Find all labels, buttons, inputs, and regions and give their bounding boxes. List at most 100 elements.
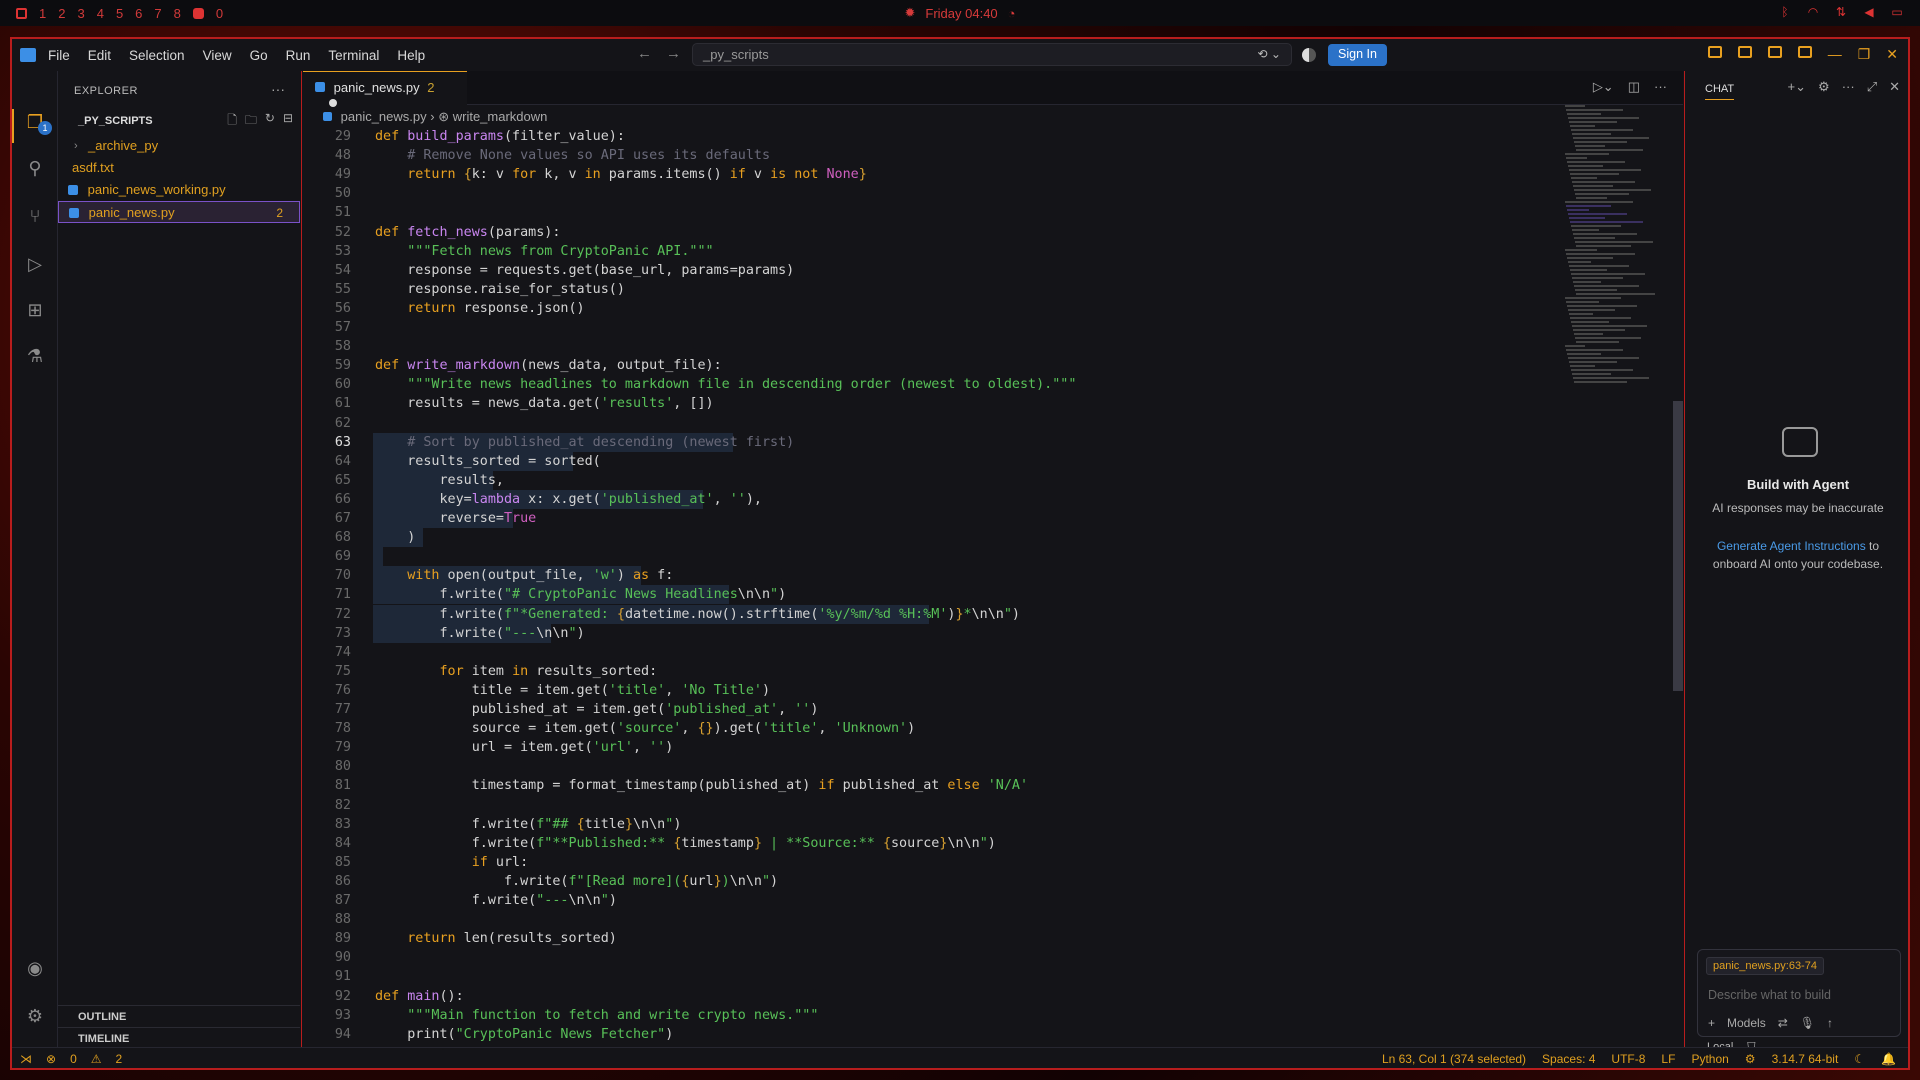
workspace-8[interactable]: 8 xyxy=(174,6,181,21)
code-line[interactable]: 80 xyxy=(303,757,1563,776)
workspace-4[interactable]: 4 xyxy=(97,6,104,21)
breadcrumb-file[interactable]: panic_news.py xyxy=(341,109,427,124)
line-ending[interactable]: LF xyxy=(1661,1052,1675,1066)
code-line[interactable]: 51 xyxy=(303,203,1563,222)
code-line[interactable]: 88 xyxy=(303,910,1563,929)
code-line[interactable]: 56 return response.json() xyxy=(303,299,1563,318)
command-center[interactable]: _py_scripts ⟲ ⌄ xyxy=(692,43,1292,66)
battery-icon[interactable]: ▭ xyxy=(1890,5,1904,19)
menu-go[interactable]: Go xyxy=(250,48,268,63)
toggle-sidebar-icon[interactable] xyxy=(1737,46,1752,58)
code-line[interactable]: 57 xyxy=(303,318,1563,337)
menu-view[interactable]: View xyxy=(203,48,232,63)
code-line[interactable]: 49 return {k: v for k, v in params.items… xyxy=(303,165,1563,184)
code-line[interactable]: 83 f.write(f"## {title}\n\n") xyxy=(303,815,1563,834)
tab-panic-news[interactable]: panic_news.py 2 xyxy=(303,71,467,107)
volume-icon[interactable]: ◀ xyxy=(1862,5,1876,19)
indentation[interactable]: Spaces: 4 xyxy=(1542,1052,1595,1066)
warnings-icon[interactable]: ⚠ xyxy=(91,1052,102,1066)
encoding[interactable]: UTF-8 xyxy=(1611,1052,1645,1066)
code-line[interactable]: 29 def build_params(filter_value): xyxy=(303,127,1563,146)
accounts-globe-icon[interactable] xyxy=(1302,48,1316,62)
code-line[interactable]: 66 key=lambda x: x.get('published_at', '… xyxy=(303,489,1563,509)
accounts-icon[interactable]: ◉ xyxy=(24,957,46,979)
code-line[interactable]: 89 return len(results_sorted) xyxy=(303,929,1563,948)
code-line[interactable]: 73 f.write("---\n\n") xyxy=(303,623,1563,643)
run-file-icon[interactable]: ▷⌄ xyxy=(1593,79,1614,95)
code-line[interactable]: 63 # Sort by published_at descending (ne… xyxy=(303,432,1563,452)
tree-item-panic-news[interactable]: panic_news.py 2 xyxy=(58,201,300,223)
code-line[interactable]: 76 title = item.get('title', 'No Title') xyxy=(303,681,1563,700)
menu-file[interactable]: File xyxy=(48,48,70,63)
explorer-more-icon[interactable]: ··· xyxy=(271,81,285,97)
code-line[interactable]: 84 f.write(f"**Published:** {timestamp} … xyxy=(303,834,1563,853)
new-folder-icon[interactable]: 🗀 xyxy=(245,111,257,132)
send-icon[interactable]: ↑ xyxy=(1827,1016,1833,1030)
code-line[interactable]: 91 xyxy=(303,967,1563,986)
warnings-count[interactable]: 2 xyxy=(116,1052,123,1066)
toggle-panel-icon[interactable] xyxy=(1767,46,1782,58)
context-chip[interactable]: panic_news.py:63-74 xyxy=(1706,957,1824,975)
code-line[interactable]: 58 xyxy=(303,337,1563,356)
code-line[interactable]: 64 results_sorted = sorted( xyxy=(303,451,1563,471)
workspace-0[interactable]: 0 xyxy=(216,6,223,21)
minimize-icon[interactable]: — xyxy=(1828,46,1842,63)
code-line[interactable]: 69 xyxy=(303,547,1563,567)
generate-instructions-link[interactable]: Generate Agent Instructions xyxy=(1717,539,1866,553)
code-line[interactable]: 93 """Main function to fetch and write c… xyxy=(303,1006,1563,1025)
chat-settings-icon[interactable]: ⚙ xyxy=(1818,79,1830,95)
chat-input-box[interactable]: panic_news.py:63-74 Describe what to bui… xyxy=(1697,949,1901,1037)
cursor-position[interactable]: Ln 63, Col 1 (374 selected) xyxy=(1382,1052,1526,1066)
code-line[interactable]: 52 def fetch_news(params): xyxy=(303,223,1563,242)
menu-terminal[interactable]: Terminal xyxy=(328,48,379,63)
menu-edit[interactable]: Edit xyxy=(88,48,111,63)
mic-icon[interactable]: 🎙 xyxy=(1800,1016,1815,1030)
breadcrumb-symbol[interactable]: write_markdown xyxy=(453,109,548,124)
code-line[interactable]: 54 response = requests.get(base_url, par… xyxy=(303,261,1563,280)
maximize-panel-icon[interactable]: ⤢ xyxy=(1867,79,1877,95)
code-line[interactable]: 85 if url: xyxy=(303,853,1563,872)
code-line[interactable]: 86 f.write(f"[Read more]({url})\n\n") xyxy=(303,872,1563,891)
workspace-7[interactable]: 7 xyxy=(154,6,161,21)
remote-icon[interactable]: ⋊ xyxy=(20,1052,32,1066)
workspace-switcher[interactable]: 1 2 3 4 5 6 7 8 0 xyxy=(16,6,223,21)
new-file-icon[interactable]: 🗋 xyxy=(227,111,237,132)
maximize-icon[interactable]: ❐ xyxy=(1858,46,1871,63)
menu-selection[interactable]: Selection xyxy=(129,48,185,63)
source-control-icon[interactable]: ⑂ xyxy=(24,205,46,227)
extensions-icon[interactable]: ⊞ xyxy=(24,299,46,321)
code-line[interactable]: 71 f.write("# CryptoPanic News Headlines… xyxy=(303,585,1563,605)
back-arrow-icon[interactable]: ← xyxy=(637,45,652,62)
chat-input[interactable]: Describe what to build xyxy=(1708,988,1831,1002)
tree-item-asdf[interactable]: asdf.txt xyxy=(58,157,300,179)
code-line[interactable]: 53 """Fetch news from CryptoPanic API.""… xyxy=(303,242,1563,261)
code-line[interactable]: 55 response.raise_for_status() xyxy=(303,280,1563,299)
code-line[interactable]: 81 timestamp = format_timestamp(publishe… xyxy=(303,776,1563,795)
code-line[interactable]: 67 reverse=True xyxy=(303,509,1563,528)
bluetooth-icon[interactable]: ᛒ xyxy=(1778,5,1792,19)
tree-item-panic-news-working[interactable]: panic_news_working.py xyxy=(58,179,300,201)
code-line[interactable]: 62 xyxy=(303,414,1563,433)
code-line[interactable]: 72 f.write(f"*Generated: {datetime.now()… xyxy=(303,604,1563,624)
workspace-3[interactable]: 3 xyxy=(77,6,84,21)
code-line[interactable]: 94 print("CryptoPanic News Fetcher") xyxy=(303,1025,1563,1044)
theme-icon[interactable]: ☾ xyxy=(1854,1052,1865,1066)
toggle-secondary-sidebar-icon[interactable] xyxy=(1797,46,1812,58)
code-line[interactable]: 59 def write_markdown(news_data, output_f… xyxy=(303,356,1563,375)
unsaved-dot-icon[interactable] xyxy=(329,99,337,107)
collapse-all-icon[interactable]: ⊟ xyxy=(283,111,293,132)
split-editor-icon[interactable]: ◫ xyxy=(1628,79,1640,95)
add-context-icon[interactable]: + xyxy=(1708,1016,1715,1030)
tools-icon[interactable]: ⇄ xyxy=(1778,1016,1788,1030)
language-mode[interactable]: Python xyxy=(1691,1052,1728,1066)
settings-gear-icon[interactable]: ⚙ xyxy=(24,1005,46,1027)
code-line[interactable]: 75 for item in results_sorted: xyxy=(303,662,1563,681)
tree-item-archive[interactable]: › _archive_py xyxy=(58,135,300,157)
code-line[interactable]: 68 ) xyxy=(303,528,1563,548)
workspace-2[interactable]: 2 xyxy=(58,6,65,21)
interpreter[interactable]: 3.14.7 64-bit xyxy=(1772,1052,1839,1066)
code-line[interactable]: 87 f.write("---\n\n") xyxy=(303,891,1563,910)
code-line[interactable]: 78 source = item.get('source', {}).get('… xyxy=(303,719,1563,738)
chat-tab[interactable]: CHAT xyxy=(1705,83,1735,100)
errors-count[interactable]: 0 xyxy=(70,1052,77,1066)
